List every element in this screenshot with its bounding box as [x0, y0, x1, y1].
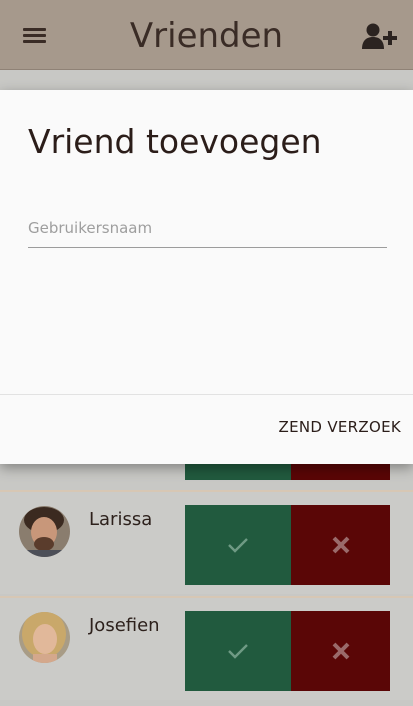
avatar	[19, 506, 70, 557]
accept-button[interactable]	[185, 505, 291, 585]
page-title: Vrienden	[129, 16, 284, 56]
accept-button[interactable]	[185, 611, 291, 691]
close-icon	[332, 642, 349, 660]
reject-button[interactable]	[291, 611, 390, 691]
list-item: Larissa	[0, 490, 413, 594]
reject-button[interactable]	[291, 505, 390, 585]
check-icon	[228, 644, 248, 659]
close-icon	[332, 536, 349, 554]
friend-name: Larissa	[89, 509, 153, 530]
reject-button[interactable]	[291, 462, 390, 480]
dialog-title: Vriend toevoegen	[28, 122, 322, 161]
add-friend-icon[interactable]	[361, 22, 399, 52]
username-input[interactable]	[28, 208, 387, 248]
avatar	[19, 612, 70, 663]
divider	[0, 394, 413, 395]
accept-button[interactable]	[185, 462, 291, 480]
top-app-bar: Vrienden	[0, 0, 413, 70]
check-icon	[228, 538, 248, 553]
add-friend-dialog: Vriend toevoegen ZEND VERZOEK	[0, 90, 413, 464]
send-request-button[interactable]: ZEND VERZOEK	[279, 418, 401, 436]
list-item: Josefien	[0, 596, 413, 700]
friend-name: Josefien	[89, 615, 160, 636]
